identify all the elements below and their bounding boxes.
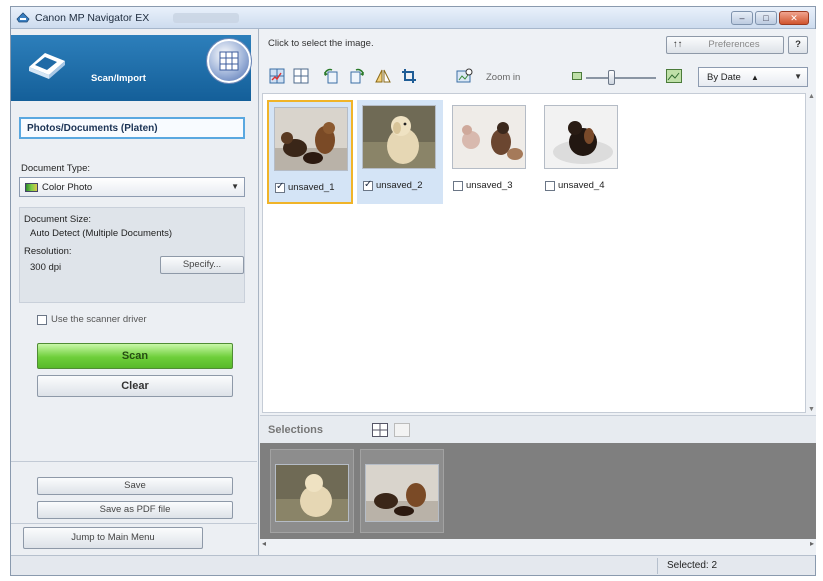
scanner-driver-checkbox[interactable]	[37, 315, 47, 325]
app-icon	[16, 12, 30, 23]
scroll-right-icon[interactable]: ▸	[810, 539, 814, 548]
thumbnail-caption: unsaved_2	[363, 179, 423, 191]
rotate-right-icon[interactable]	[348, 67, 366, 85]
instruction-text: Click to select the image.	[268, 38, 374, 49]
thumbnail-label: unsaved_3	[466, 180, 513, 191]
document-size-label: Document Size:	[24, 214, 92, 225]
thumbnail-caption: unsaved_3	[453, 180, 512, 191]
chevron-down-icon: ▼	[794, 72, 802, 81]
document-type-label: Document Type:	[21, 163, 91, 174]
thumbnail-image[interactable]	[544, 105, 618, 169]
scroll-down-icon[interactable]: ▼	[808, 406, 815, 413]
close-button[interactable]: ✕	[779, 11, 809, 25]
preferences-icon: ↑↑	[673, 39, 683, 50]
thumbnail-card[interactable]: unsaved_4	[539, 100, 625, 204]
thumbnail-label: unsaved_4	[558, 180, 605, 191]
title-redacted	[173, 13, 239, 23]
panel-divider-2	[11, 523, 257, 524]
thumbnail-image[interactable]	[452, 105, 526, 169]
scroll-up-icon[interactable]: ▲	[808, 93, 815, 100]
small-image-icon	[572, 72, 582, 80]
thumbnail-area[interactable]: unsaved_1 unsaved_2	[262, 93, 806, 413]
maximize-button[interactable]: □	[755, 11, 777, 25]
crop-icon[interactable]	[400, 67, 418, 85]
scan-import-label: Scan/Import	[91, 73, 146, 84]
grid-icon[interactable]	[292, 67, 310, 85]
document-type-value: Color Photo	[42, 182, 93, 193]
thumbnail-label: unsaved_2	[376, 180, 423, 191]
grid-menu-icon	[219, 51, 239, 71]
save-button[interactable]: Save	[37, 477, 233, 495]
selected-thumbnail[interactable]	[270, 449, 354, 533]
large-image-icon	[666, 69, 682, 83]
status-separator	[657, 558, 658, 574]
thumbnail-checkbox[interactable]	[453, 180, 463, 191]
thumbnail-card[interactable]: unsaved_1	[267, 100, 353, 204]
chevron-down-icon: ▼	[231, 182, 239, 191]
sort-ascending-icon: ▲	[751, 73, 759, 82]
scroll-left-icon[interactable]: ◂	[262, 539, 266, 548]
thumbnail-label: unsaved_1	[288, 182, 335, 193]
window-title: Canon MP Navigator EX	[35, 12, 150, 24]
jump-to-main-menu-button[interactable]: Jump to Main Menu	[23, 527, 203, 549]
selected-count: Selected: 2	[667, 560, 718, 571]
zoom-in-label: Zoom in	[486, 72, 521, 83]
title-bar: Canon MP Navigator EX – □ ✕	[11, 7, 815, 29]
selected-thumbnail[interactable]	[360, 449, 444, 533]
document-size-value: Auto Detect (Multiple Documents)	[30, 228, 173, 239]
sort-order-select[interactable]: By Date ▲ ▼	[698, 67, 808, 87]
thumbnail-checkbox[interactable]	[363, 179, 373, 191]
sort-order-value: By Date	[707, 72, 741, 83]
selected-thumbnail-image[interactable]	[275, 464, 349, 522]
grid-icon[interactable]	[372, 423, 388, 437]
color-photo-icon	[25, 183, 38, 192]
zoom-in-icon[interactable]	[456, 67, 474, 85]
thumbnail-caption: unsaved_4	[545, 180, 604, 191]
thumbnail-caption: unsaved_1	[275, 181, 335, 193]
selections-header: Selections	[260, 415, 816, 443]
zoom-slider-thumb[interactable]	[607, 70, 615, 85]
status-bar: Selected: 2	[11, 555, 815, 575]
thumbnail-image[interactable]	[274, 107, 348, 171]
selections-tray[interactable]	[260, 443, 816, 539]
resolution-label: Resolution:	[24, 246, 72, 257]
scan-button[interactable]: Scan	[37, 343, 233, 369]
minimize-button[interactable]: –	[731, 11, 753, 25]
resolution-value: 300 dpi	[30, 262, 62, 273]
selected-thumbnail-image[interactable]	[365, 464, 439, 522]
horizontal-scrollbar[interactable]: ◂ ▸	[260, 539, 816, 549]
scan-settings-box: Document Size: Auto Detect (Multiple Doc…	[19, 207, 245, 303]
rotate-left-icon[interactable]	[322, 67, 340, 85]
scan-import-tab[interactable]: Scan/Import	[11, 35, 253, 101]
flip-icon[interactable]	[374, 67, 392, 85]
specify-button[interactable]: Specify...	[160, 256, 244, 274]
thumbnail-checkbox[interactable]	[275, 181, 285, 193]
thumbnail-card[interactable]: unsaved_3	[447, 100, 533, 204]
preferences-label: Preferences	[708, 39, 760, 50]
thumbnail-card[interactable]: unsaved_2	[357, 100, 443, 204]
vertical-scrollbar[interactable]: ▲ ▼	[806, 93, 816, 413]
select-all-icon[interactable]	[268, 67, 286, 85]
document-type-select[interactable]: Color Photo ▼	[19, 177, 245, 197]
zoom-slider-track[interactable]	[586, 77, 656, 79]
main-menu-orb[interactable]	[207, 39, 251, 83]
scanner-driver-label: Use the scanner driver	[51, 314, 147, 325]
thumbnail-checkbox[interactable]	[545, 180, 555, 191]
help-button[interactable]: ?	[788, 36, 808, 54]
single-view-icon[interactable]	[394, 423, 410, 437]
mode-selector[interactable]: Photos/Documents (Platen)	[19, 117, 245, 139]
preferences-button[interactable]: ↑↑ Preferences	[666, 36, 784, 54]
selections-title: Selections	[268, 424, 324, 436]
scanner-icon	[29, 53, 65, 79]
left-panel: Scan/Import Photos/Documents (Platen) Do…	[11, 29, 259, 555]
right-panel: Click to select the image. ↑↑ Preference…	[260, 29, 816, 555]
app-window: Canon MP Navigator EX – □ ✕ Scan/Import …	[10, 6, 816, 576]
thumbnail-image[interactable]	[362, 105, 436, 169]
clear-button[interactable]: Clear	[37, 375, 233, 397]
save-as-pdf-button[interactable]: Save as PDF file	[37, 501, 233, 519]
panel-divider	[11, 461, 257, 462]
